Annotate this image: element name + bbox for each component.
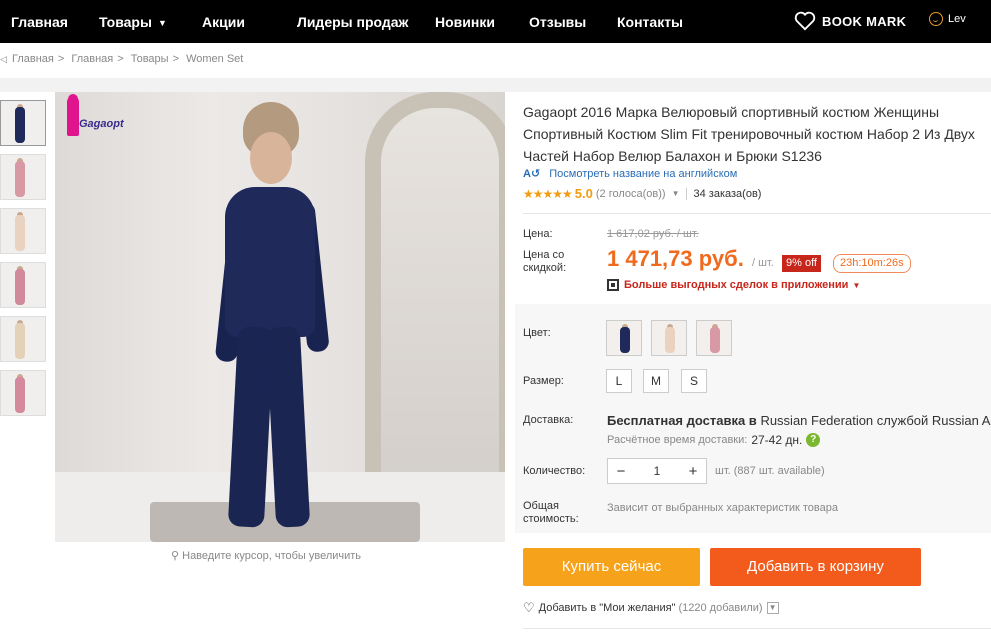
- help-icon[interactable]: ?: [806, 433, 821, 447]
- breadcrumb-link[interactable]: Главная: [12, 53, 54, 65]
- product-main-image[interactable]: Gagaopt: [55, 92, 505, 542]
- user-name: Lev: [948, 13, 966, 25]
- nav-item-new[interactable]: Новинки: [435, 14, 495, 30]
- rating-score: 5.0: [574, 186, 593, 201]
- user-icon: [929, 12, 943, 26]
- quantity-decrease-button[interactable]: −: [608, 463, 634, 480]
- top-nav: Главная Товары ▼ Акции Лидеры продаж Нови…: [0, 0, 991, 43]
- discount-price-label: Цена со скидкой:: [523, 249, 567, 274]
- size-option-s[interactable]: S: [681, 369, 707, 393]
- app-deals-link[interactable]: Больше выгодных сделок в приложении ▼: [607, 279, 860, 291]
- product-title: Gagaopt 2016 Марка Велюровый спортивный …: [523, 101, 991, 167]
- nav-item-products-label: Товары: [99, 14, 152, 30]
- zoom-hint-text: Наведите курсор, чтобы увеличить: [182, 550, 362, 562]
- brand-logo: Gagaopt: [57, 94, 127, 140]
- color-swatch[interactable]: [696, 320, 732, 356]
- color-label: Цвет:: [523, 327, 551, 339]
- thumbnail[interactable]: [0, 208, 46, 254]
- zoom-hint: ⚲ Наведите курсор, чтобы увеличить: [171, 549, 361, 562]
- price-label: Цена:: [523, 228, 553, 240]
- rating-row: ★★★★★ 5.0 (2 голоса(ов)) ▼ 34 заказа(ов): [523, 186, 761, 201]
- thumbnail[interactable]: [0, 370, 46, 416]
- quantity-stepper: − 1 +: [607, 458, 707, 484]
- product-title-line: Gagaopt 2016 Марка Велюровый спортивный …: [523, 104, 940, 120]
- home-icon: ◁: [0, 54, 7, 64]
- chevron-down-icon[interactable]: ▼: [672, 189, 680, 198]
- thumbnail[interactable]: [0, 154, 46, 200]
- user-menu[interactable]: Lev: [929, 12, 966, 26]
- rating-votes[interactable]: (2 голоса(ов)): [596, 188, 666, 200]
- divider-bar: [0, 78, 991, 92]
- breadcrumb: ◁ Главная > Главная > Товары > Women Set: [0, 53, 244, 65]
- divider: [523, 213, 991, 214]
- price-unit: / шт.: [752, 257, 774, 269]
- nav-item-reviews[interactable]: Отзывы: [529, 14, 586, 30]
- nav-item-contacts[interactable]: Контакты: [617, 14, 683, 30]
- breadcrumb-link[interactable]: Товары: [131, 53, 169, 65]
- discount-badge: 9% off: [782, 255, 821, 272]
- nav-item-bestsellers[interactable]: Лидеры продаж: [297, 14, 408, 30]
- quantity-input[interactable]: 1: [634, 464, 680, 478]
- star-icon: ★★★★★: [523, 186, 573, 201]
- orders-count: 34 заказа(ов): [693, 187, 762, 200]
- chevron-down-icon[interactable]: ▼: [766, 602, 779, 614]
- shipping-estimate-label: Расчётное время доставки:: [607, 434, 748, 446]
- shipping-label: Доставка:: [523, 414, 574, 426]
- mirror-decor: [365, 92, 505, 532]
- bookmark-label: BOOK MARK: [822, 13, 907, 29]
- total-label: Общая стоимость:: [523, 500, 579, 525]
- buy-now-button[interactable]: Купить сейчас: [523, 548, 700, 586]
- wishlist-count: (1220 добавили): [678, 602, 763, 614]
- breadcrumb-current: Women Set: [186, 53, 244, 65]
- color-swatch[interactable]: [651, 320, 687, 356]
- nav-item-sales[interactable]: Акции: [202, 14, 245, 30]
- countdown-timer: 23h:10m:26s: [833, 254, 911, 273]
- qr-icon: [607, 279, 619, 291]
- heart-icon: ♡: [523, 600, 535, 615]
- size-option-l[interactable]: L: [606, 369, 632, 393]
- thumbnail[interactable]: [0, 100, 46, 146]
- size-option-m[interactable]: M: [643, 369, 669, 393]
- shipping-estimate: Расчётное время доставки: 27-42 дн. ?: [607, 433, 821, 447]
- nav-item-products[interactable]: Товары ▼: [99, 14, 167, 30]
- wishlist-link[interactable]: ♡ Добавить в "Мои желания" (1220 добавил…: [523, 600, 779, 616]
- brand-logo-text: Gagaopt: [79, 118, 124, 130]
- total-value: Зависит от выбранных характеристик товар…: [607, 502, 838, 514]
- app-deals-text: Больше выгодных сделок в приложении: [624, 279, 849, 291]
- shipping-days: 27-42 дн.: [751, 433, 803, 447]
- translate-link[interactable]: A↺ Посмотреть название на английском: [523, 167, 737, 180]
- divider: [523, 628, 991, 629]
- stock-available: шт. (887 шт. available): [715, 465, 825, 477]
- product-title-line: Спортивный Костюм Slim Fit тренировочный…: [523, 126, 975, 142]
- thumbnail[interactable]: [0, 262, 46, 308]
- quantity-label: Количество:: [523, 465, 586, 477]
- shipping-info: Бесплатная доставка в Russian Federation…: [607, 413, 991, 428]
- shipping-method[interactable]: Russian Federation службой Russian Air M…: [760, 413, 991, 428]
- quantity-increase-button[interactable]: +: [680, 463, 706, 480]
- bookmark-button[interactable]: BOOK MARK: [794, 11, 906, 31]
- breadcrumb-link[interactable]: Главная: [71, 53, 113, 65]
- color-swatch[interactable]: [606, 320, 642, 356]
- current-price: 1 471,73 руб.: [607, 246, 744, 271]
- add-to-cart-button[interactable]: Добавить в корзину: [710, 548, 921, 586]
- thumbnail[interactable]: [0, 316, 46, 362]
- chevron-down-icon: ▼: [157, 18, 167, 28]
- nav-item-home[interactable]: Главная: [11, 14, 68, 30]
- wishlist-text: Добавить в "Мои желания": [538, 602, 676, 614]
- shipping-free: Бесплатная доставка в: [607, 413, 757, 428]
- chevron-down-icon: ▼: [852, 280, 861, 290]
- translate-link-text: Посмотреть название на английском: [549, 168, 738, 180]
- old-price: 1 617,02 руб. / шт.: [607, 228, 699, 240]
- search-icon: ⚲: [171, 550, 180, 562]
- heart-icon: [794, 11, 816, 31]
- product-title-line: Частей Набор Велюр Балахон и Брюки S1236: [523, 148, 822, 164]
- size-label: Размер:: [523, 375, 564, 387]
- translate-icon: A↺: [523, 168, 541, 180]
